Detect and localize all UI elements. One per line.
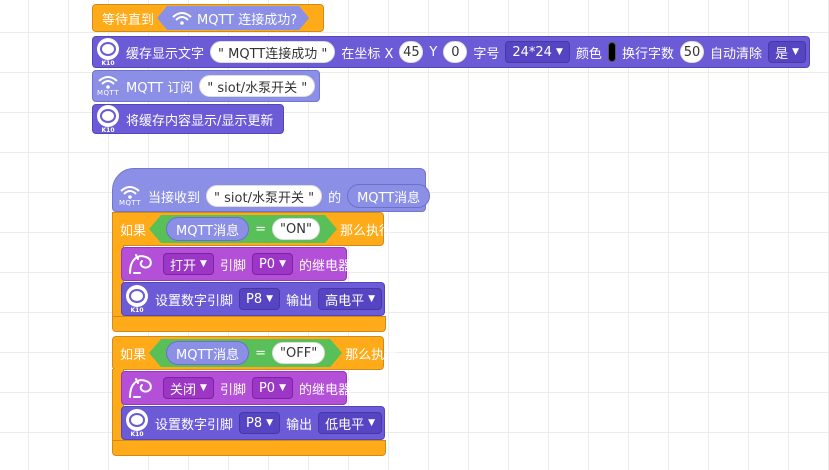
wrap-input[interactable]: 50 (680, 41, 705, 63)
cache-text-input[interactable]: " MQTT连接成功 " (210, 41, 336, 63)
pin-label: 引脚 (219, 382, 246, 398)
chevron-down-icon: ▼ (279, 259, 286, 269)
coord-y-label: Y (429, 44, 438, 60)
relay-block-on[interactable]: 打开 ▼ 引脚 P0 ▼ 的继电器 (121, 247, 351, 281)
mqtt-connected-condition[interactable]: MQTT 连接成功? (157, 6, 309, 30)
chevron-down-icon: ▼ (279, 383, 286, 393)
digital-pin-dropdown[interactable]: P8 ▼ (239, 412, 281, 434)
receive-of-label: 的 (328, 190, 342, 206)
if-on-footer (112, 316, 386, 332)
digital-write-label: 设置数字引脚 (155, 417, 234, 433)
color-picker[interactable] (607, 42, 617, 62)
chevron-down-icon: ▼ (200, 259, 207, 269)
mqtt-wifi-icon: MQTT (97, 75, 119, 97)
relay-suffix-label: 的继电器 (299, 258, 352, 274)
coord-x-input[interactable]: 45 (399, 41, 424, 63)
digital-write-block-off[interactable]: K10 设置数字引脚 P8 ▼ 输出 低电平 ▼ (121, 406, 385, 440)
equals-sign: = (255, 345, 267, 361)
relay-block-off[interactable]: 关闭 ▼ 引脚 P0 ▼ 的继电器 (121, 371, 351, 405)
k10-board-icon: K10 (126, 408, 148, 438)
receive-topic-input[interactable]: " siot/水泵开关 " (206, 185, 323, 207)
if-label: 如果 (120, 347, 147, 363)
chevron-down-icon: ▼ (368, 418, 376, 428)
autoclear-label: 自动清除 (710, 46, 763, 62)
autoclear-dropdown[interactable]: 是 ▼ (768, 41, 806, 63)
relay-icon (126, 375, 156, 401)
chevron-down-icon: ▼ (792, 47, 799, 57)
mqtt-subscribe-block[interactable]: MQTT MQTT 订阅 " siot/水泵开关 " (92, 70, 320, 102)
mqtt-subscribe-label: MQTT 订阅 (126, 80, 194, 96)
chevron-down-icon: ▼ (555, 47, 563, 57)
if-block-off[interactable]: 如果 MQTT消息 = "OFF" 那么执行 关闭 ▼ 引脚 P0 ▼ 的继电器 K… (112, 336, 397, 456)
equals-sign: = (255, 221, 267, 237)
relay-suffix-label: 的继电器 (299, 382, 352, 398)
digital-write-block-on[interactable]: K10 设置数字引脚 P8 ▼ 输出 高电平 ▼ (121, 282, 385, 316)
coord-y-input[interactable]: 0 (443, 41, 468, 63)
then-label: 那么执行 (345, 347, 398, 363)
relay-action-dropdown[interactable]: 打开 ▼ (163, 253, 214, 275)
subscribe-topic-input[interactable]: " siot/水泵开关 " (199, 75, 316, 97)
if-on-header[interactable]: 如果 MQTT消息 = "ON" 那么执行 (112, 212, 392, 246)
output-label: 输出 (286, 293, 313, 309)
digital-pin-dropdown[interactable]: P8 ▼ (239, 288, 281, 310)
then-label: 那么执行 (339, 223, 392, 239)
mqtt-message-variable[interactable]: MQTT消息 (166, 217, 249, 241)
mqtt-connected-text: MQTT 连接成功? (197, 12, 298, 28)
cache-text-block[interactable]: K10 缓存显示文字 " MQTT连接成功 " 在坐标 X 45 Y 0 字号 … (92, 36, 810, 68)
output-level-dropdown[interactable]: 高电平 ▼ (318, 288, 383, 310)
chevron-down-icon: ▼ (368, 294, 376, 304)
compare-value-input[interactable]: "ON" (272, 218, 320, 240)
relay-pin-dropdown[interactable]: P0 ▼ (251, 253, 293, 275)
show-cache-block[interactable]: K10 将缓存内容显示/显示更新 (92, 104, 284, 134)
if-off-header[interactable]: 如果 MQTT消息 = "OFF" 那么执行 (112, 336, 397, 370)
wait-until-label: 等待直到 (102, 12, 155, 28)
k10-board-icon: K10 (97, 37, 119, 67)
relay-pin-dropdown[interactable]: P0 ▼ (251, 377, 293, 399)
mqtt-message-variable[interactable]: MQTT消息 (166, 341, 249, 365)
relay-action-dropdown[interactable]: 关闭 ▼ (163, 377, 214, 399)
relay-icon (126, 251, 156, 277)
output-level-dropdown[interactable]: 低电平 ▼ (318, 412, 383, 434)
chevron-down-icon: ▼ (200, 383, 207, 393)
pin-label: 引脚 (219, 258, 246, 274)
k10-board-icon: K10 (126, 284, 148, 314)
cache-text-label: 缓存显示文字 (126, 46, 205, 62)
wrap-label: 换行字数 (622, 46, 675, 62)
wifi-icon (171, 11, 193, 25)
font-size-dropdown[interactable]: 24*24 ▼ (505, 41, 570, 63)
equals-operator[interactable]: MQTT消息 = "ON" (149, 215, 337, 243)
if-off-footer (112, 440, 386, 456)
show-cache-label: 将缓存内容显示/显示更新 (126, 113, 274, 129)
if-label: 如果 (120, 223, 147, 239)
k10-board-icon: K10 (97, 104, 119, 134)
output-label: 输出 (286, 417, 313, 433)
compare-value-input[interactable]: "OFF" (272, 342, 325, 364)
equals-operator[interactable]: MQTT消息 = "OFF" (149, 339, 342, 367)
chevron-down-icon: ▼ (266, 294, 274, 304)
digital-write-label: 设置数字引脚 (155, 293, 234, 309)
wait-until-block[interactable]: 等待直到 MQTT 连接成功? (92, 4, 324, 32)
coord-x-label: 在坐标 X (341, 46, 394, 62)
chevron-down-icon: ▼ (266, 418, 274, 428)
if-block-on[interactable]: 如果 MQTT消息 = "ON" 那么执行 打开 ▼ 引脚 P0 ▼ 的继电器 K1… (112, 212, 392, 332)
mqtt-wifi-icon: MQTT (119, 185, 141, 207)
font-size-label: 字号 (473, 46, 500, 62)
receive-label: 当接收到 (148, 190, 201, 206)
mqtt-receive-hat-block[interactable]: MQTT 当接收到 " siot/水泵开关 " 的 MQTT消息 (112, 168, 431, 212)
mqtt-message-variable[interactable]: MQTT消息 (347, 184, 431, 208)
color-label: 颜色 (575, 46, 602, 62)
